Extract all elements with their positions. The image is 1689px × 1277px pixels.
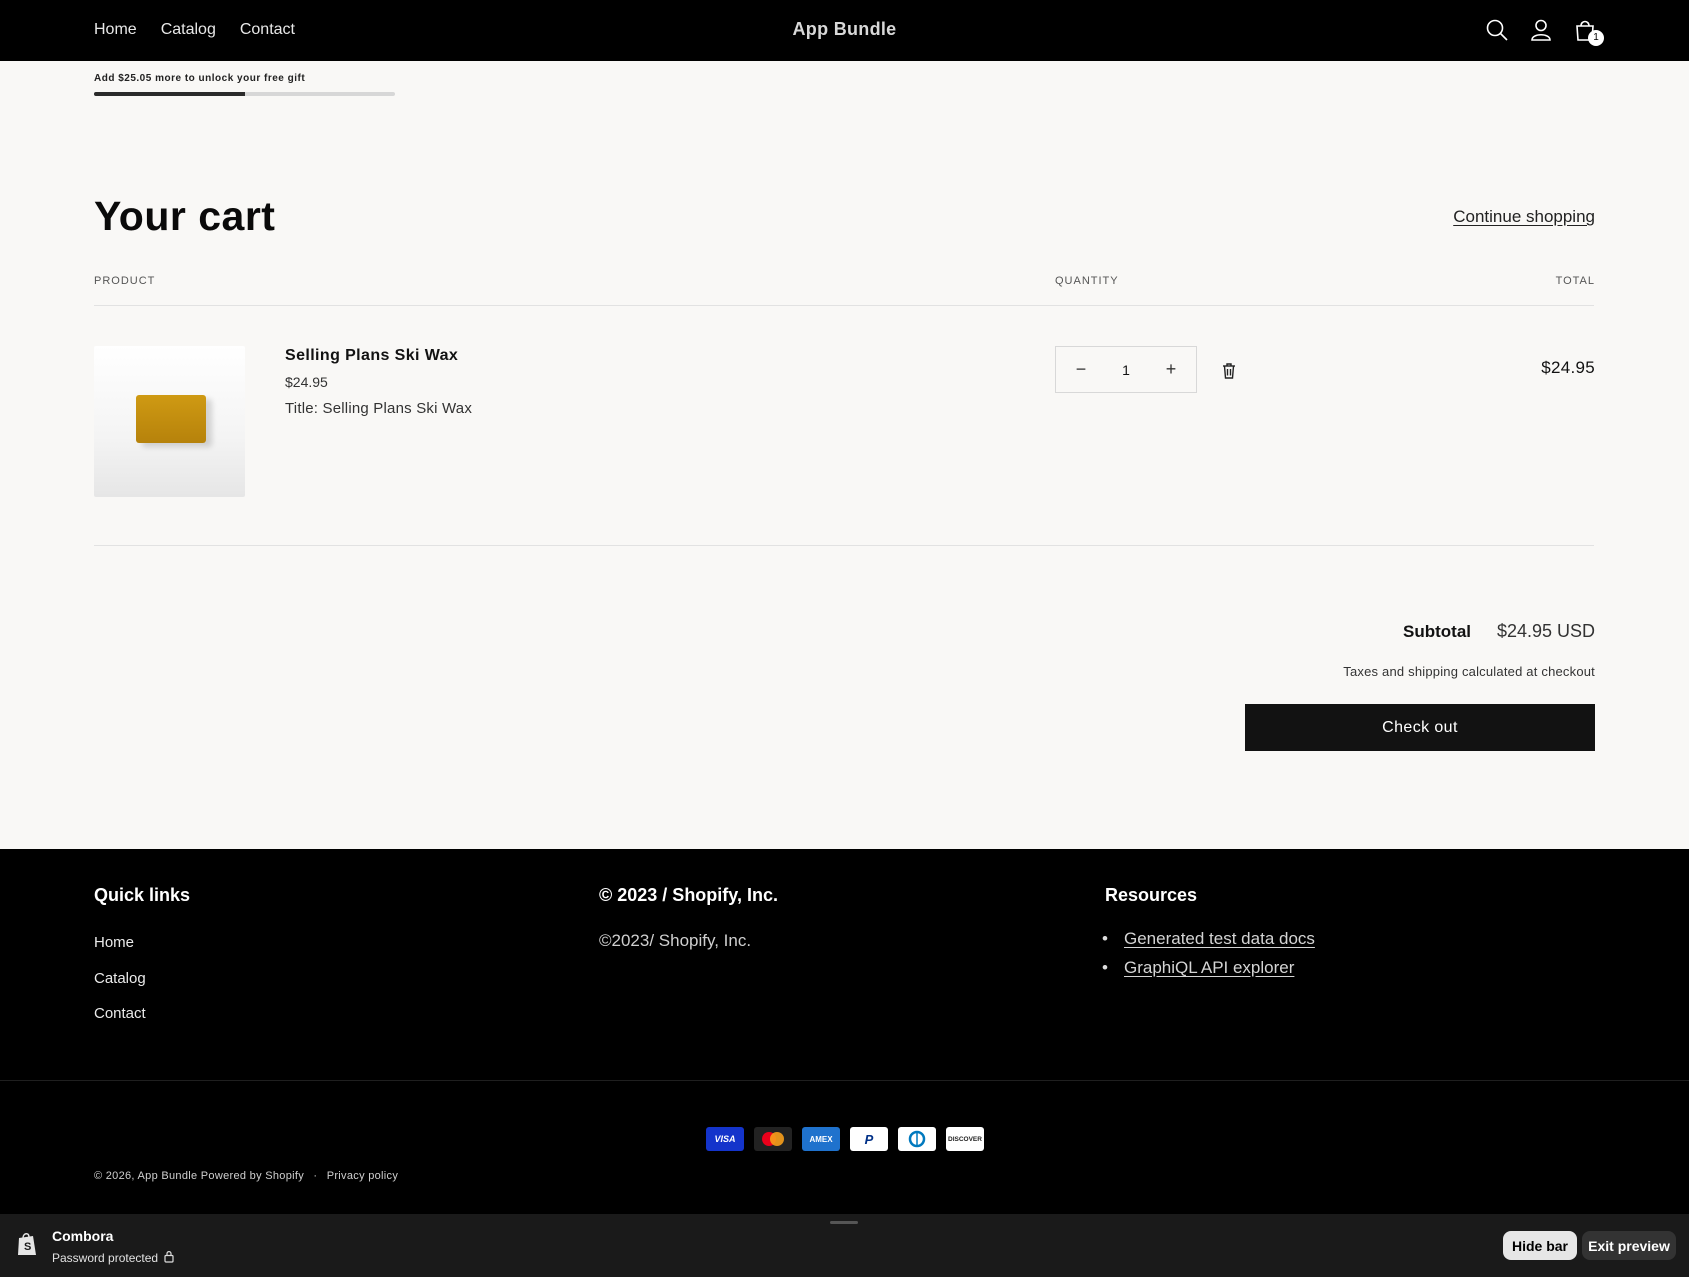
shopify-bag-icon: S [16, 1231, 38, 1257]
product-option: Title: Selling Plans Ski Wax [285, 400, 473, 417]
paypal-icon: P [850, 1127, 888, 1151]
lock-icon [163, 1250, 175, 1266]
generated-test-data-docs-link[interactable]: Generated test data docs [1124, 929, 1315, 948]
footer-contact-link[interactable]: Contact [94, 1005, 146, 1022]
search-icon[interactable] [1484, 17, 1510, 43]
copyright-heading: © 2023 / Shopify, Inc. [599, 885, 778, 905]
checkout-button[interactable]: Check out [1245, 704, 1595, 751]
discover-icon: DISCOVER [946, 1127, 984, 1151]
powered-by-shopify-link[interactable]: Powered by Shopify [201, 1170, 304, 1182]
amex-icon: AMEX [802, 1127, 840, 1151]
hide-bar-button[interactable]: Hide bar [1503, 1231, 1577, 1260]
trash-icon[interactable] [1221, 362, 1237, 380]
preview-status-text: Password protected [52, 1251, 159, 1265]
divider [94, 305, 1594, 306]
footer-home-link[interactable]: Home [94, 934, 134, 951]
bottom-copyright: © 2026, App Bundle Powered by Shopify · … [94, 1170, 398, 1182]
site-header: Home Catalog Contact App Bundle 1 [0, 0, 1689, 61]
free-gift-progress-fill [94, 92, 245, 96]
list-item: Generated test data docs [1102, 929, 1315, 949]
account-icon[interactable] [1528, 17, 1554, 43]
store-brand[interactable]: App Bundle [0, 19, 1689, 40]
resources-list: Generated test data docs GraphiQL API ex… [1102, 929, 1315, 987]
mastercard-icon [754, 1127, 792, 1151]
copyright-text: ©2023/ Shopify, Inc. [599, 931, 752, 950]
quantity-stepper: − 1 + [1055, 346, 1197, 393]
list-item: GraphiQL API explorer [1102, 958, 1315, 978]
separator-dot: · [313, 1170, 318, 1182]
tax-note: Taxes and shipping calculated at checkou… [1343, 664, 1595, 679]
continue-shopping-link[interactable]: Continue shopping [1453, 207, 1595, 227]
privacy-policy-link[interactable]: Privacy policy [327, 1170, 398, 1182]
visa-icon: VISA [706, 1127, 744, 1151]
decrease-quantity-button[interactable]: − [1068, 357, 1094, 383]
free-gift-message: Add $25.05 more to unlock your free gift [94, 73, 306, 84]
payment-icons: VISA AMEX P DISCOVER [706, 1127, 984, 1151]
column-header-quantity: QUANTITY [1055, 275, 1119, 287]
preview-store-name: Combora [52, 1228, 114, 1244]
site-footer: Quick links Home Catalog Contact © 2023 … [0, 849, 1689, 1214]
increase-quantity-button[interactable]: + [1158, 357, 1184, 383]
subtotal-label: Subtotal [1403, 622, 1471, 641]
quick-links-heading: Quick links [94, 885, 191, 905]
svg-text:S: S [24, 1241, 31, 1253]
exit-preview-button[interactable]: Exit preview [1582, 1231, 1676, 1260]
ski-wax-graphic [136, 395, 206, 443]
resources-heading: Resources [1105, 885, 1198, 905]
column-header-product: PRODUCT [94, 275, 156, 287]
footer-catalog-link[interactable]: Catalog [94, 970, 146, 987]
footer-divider [0, 1080, 1689, 1081]
page-title: Your cart [94, 193, 276, 239]
column-header-total: TOTAL [1555, 275, 1595, 287]
line-item-total: $24.95 [1541, 358, 1595, 377]
preview-bar: S Combora Password protected Hide bar Ex… [0, 1214, 1689, 1277]
quantity-value[interactable]: 1 [1122, 362, 1130, 378]
graphiql-api-explorer-link[interactable]: GraphiQL API explorer [1124, 958, 1294, 977]
free-gift-progress-bar [94, 92, 395, 96]
diners-club-icon [898, 1127, 936, 1151]
preview-store-status: Password protected [52, 1250, 175, 1266]
product-name-link[interactable]: Selling Plans Ski Wax [285, 347, 458, 365]
cart-count-badge: 1 [1588, 30, 1604, 46]
cart-icon[interactable]: 1 [1572, 17, 1604, 46]
drag-handle[interactable] [830, 1221, 858, 1224]
divider [94, 545, 1594, 546]
product-image[interactable] [94, 346, 245, 497]
product-price: $24.95 [285, 374, 328, 390]
subtotal-value: $24.95 USD [1496, 621, 1595, 641]
store-copyright-link[interactable]: © 2026, App Bundle [94, 1170, 197, 1182]
